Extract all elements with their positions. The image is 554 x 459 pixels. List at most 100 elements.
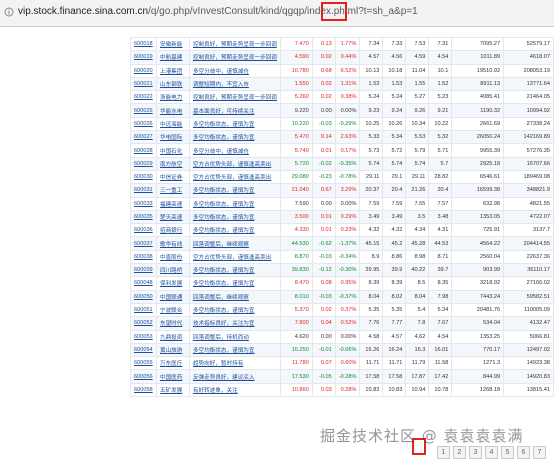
name-link[interactable]: 中信证券 <box>160 175 182 181</box>
name-link[interactable]: 九鼎投资 <box>160 335 182 341</box>
code-link[interactable]: 600048 <box>134 280 153 286</box>
page-button[interactable]: 5 <box>501 446 514 459</box>
code-link[interactable]: 600019 <box>134 54 153 60</box>
code-link[interactable]: 600028 <box>134 148 153 154</box>
code-link[interactable]: 600038 <box>134 254 153 260</box>
code-link[interactable]: 600052 <box>134 320 153 326</box>
consensus-link[interactable]: 空方占优势头部，谨慎逢高卖出 <box>193 255 271 261</box>
name-link[interactable]: 中直股份 <box>160 255 182 261</box>
page-info-icon[interactable] <box>4 7 14 17</box>
consensus-link[interactable]: 多空均衡状态，谨慎为宜 <box>193 308 255 314</box>
name-link[interactable]: 东望时代 <box>160 321 182 327</box>
code-link[interactable]: 600054 <box>134 347 153 353</box>
name-link[interactable]: 三一重工 <box>160 188 182 194</box>
table-row: 600038 中直股份 空方占优势头部，谨慎逢高卖出 8.870 -0.03 -0.34%… <box>130 249 554 265</box>
page-button[interactable]: 4 <box>485 446 498 459</box>
consensus-link[interactable]: 多空均衡状态，谨慎为宜 <box>193 228 255 234</box>
code-link[interactable]: 600055 <box>134 360 153 366</box>
consensus-link[interactable]: 空方占优势头部，谨慎逢高卖出 <box>193 175 271 181</box>
page-button[interactable]: 2 <box>453 446 466 459</box>
name-link[interactable]: 保利发展 <box>160 281 182 287</box>
consensus-link[interactable]: 多空分歧中，谨慎减仓 <box>193 149 249 155</box>
name-link[interactable]: 五矿发展 <box>160 388 182 394</box>
consensus-link[interactable]: 调整短期内，不宜入市 <box>193 82 249 88</box>
consensus-link[interactable]: 有好转迹象，关注 <box>193 388 238 394</box>
name-link[interactable]: 楚天高速 <box>160 215 182 221</box>
cell-name: 保利发展 <box>155 276 190 291</box>
cell-c6: 17.58 <box>359 369 384 384</box>
table-row: 600018 安徽新能 控制良好，预期走势呈现一步回调 7.470 0.13 1.77% 7… <box>130 36 554 52</box>
page-button[interactable]: 6 <box>517 446 530 459</box>
name-link[interactable]: 歌华有线 <box>160 242 182 248</box>
consensus-link[interactable]: 控制良好，预期走势呈现一步回调 <box>193 95 277 101</box>
consensus-link[interactable]: 控制良好，预期走势呈现一步回调 <box>193 55 277 61</box>
consensus-link[interactable]: 回落调整后，继续观察 <box>193 295 249 301</box>
address-url[interactable]: vip.stock.finance.sina.com.cn/q/go.php/v… <box>18 6 418 17</box>
code-link[interactable]: 600021 <box>134 81 153 87</box>
name-link[interactable]: 中国联通 <box>160 295 182 301</box>
name-link[interactable]: 中国医药 <box>160 375 182 381</box>
consensus-link[interactable]: 多空均衡状态，谨慎为宜 <box>193 202 255 208</box>
name-link[interactable]: 中航基建 <box>160 55 182 61</box>
consensus-link[interactable]: 多空均衡状态，谨慎为宜 <box>193 348 255 354</box>
code-link[interactable]: 600037 <box>134 241 153 247</box>
cell-amt: 27338.24 <box>503 116 554 132</box>
code-link[interactable]: 600018 <box>134 41 153 47</box>
consensus-link[interactable]: 趋势向好，暂时持有 <box>193 361 243 367</box>
code-link[interactable]: 600022 <box>134 94 153 100</box>
cell-name: 九鼎投资 <box>155 329 190 344</box>
consensus-link[interactable]: 多空均衡状态，谨慎为宜 <box>193 215 255 221</box>
consensus-link[interactable]: 多空均衡状态，谨慎为宜 <box>193 188 255 194</box>
cell-c6: 4.57 <box>359 50 384 65</box>
code-link[interactable]: 600056 <box>134 374 153 380</box>
consensus-link[interactable]: 多空分歧中，谨慎减仓 <box>193 69 249 75</box>
cell-consensus: 空方占优势头部，谨慎逢高卖出 <box>188 169 281 185</box>
code-link[interactable]: 600033 <box>134 201 153 207</box>
code-link[interactable]: 600025 <box>134 108 153 114</box>
name-link[interactable]: 安徽新能 <box>160 42 182 48</box>
code-link[interactable]: 600036 <box>134 227 153 233</box>
name-link[interactable]: 中国石化 <box>160 149 182 155</box>
code-link[interactable]: 600029 <box>134 161 153 167</box>
code-link[interactable]: 600027 <box>134 134 153 140</box>
cell-amt: 348821.9 <box>503 183 554 198</box>
name-link[interactable]: 宁波联合 <box>160 308 182 314</box>
consensus-link[interactable]: 回落调整后，待机而动 <box>193 335 249 341</box>
consensus-link[interactable]: 控制良好，预期走势呈现一步回调 <box>193 42 277 48</box>
page-button[interactable]: 7 <box>533 446 546 459</box>
name-link[interactable]: 万东医疗 <box>160 361 182 367</box>
name-link[interactable]: 上港集团 <box>160 69 182 75</box>
code-link[interactable]: 600053 <box>134 334 153 340</box>
code-link[interactable]: 600020 <box>134 68 153 74</box>
code-link[interactable]: 600030 <box>134 174 153 180</box>
name-link[interactable]: 中远海能 <box>160 122 182 128</box>
name-link[interactable]: 四川路桥 <box>160 268 182 274</box>
name-link[interactable]: 华电国际 <box>160 135 182 141</box>
code-link[interactable]: 600039 <box>134 267 153 273</box>
code-link[interactable]: 600026 <box>134 121 153 127</box>
name-link[interactable]: 招商银行 <box>160 228 182 234</box>
name-link[interactable]: 南方航空 <box>160 162 182 168</box>
consensus-link[interactable]: 多空均衡状态，谨慎为宜 <box>193 122 255 128</box>
consensus-link[interactable]: 多空均衡状态，谨慎为宜 <box>193 135 255 141</box>
code-link[interactable]: 600050 <box>134 294 153 300</box>
page-button[interactable]: 1 <box>437 446 450 459</box>
page-button[interactable]: 3 <box>469 446 482 459</box>
name-link[interactable]: 华能水电 <box>160 109 182 115</box>
consensus-link[interactable]: 反弹走势良好，建议买入 <box>193 375 255 381</box>
consensus-link[interactable]: 多空均衡状态，谨慎为宜 <box>193 268 255 274</box>
browser-address-bar[interactable]: vip.stock.finance.sina.com.cn/q/go.php/v… <box>0 0 554 27</box>
code-link[interactable]: 600051 <box>134 307 153 313</box>
consensus-link[interactable]: 技术指标良好，关注为宜 <box>193 321 255 327</box>
consensus-link[interactable]: 多空均衡状态，谨慎为宜 <box>193 281 255 287</box>
code-link[interactable]: 600058 <box>134 387 153 393</box>
name-link[interactable]: 黄山旅游 <box>160 348 182 354</box>
code-link[interactable]: 600035 <box>134 214 153 220</box>
name-link[interactable]: 浙能电力 <box>160 95 182 101</box>
code-link[interactable]: 600031 <box>134 187 153 193</box>
consensus-link[interactable]: 回落调整后，继续观察 <box>193 242 249 248</box>
name-link[interactable]: 山东钢铁 <box>160 82 182 88</box>
name-link[interactable]: 福建高速 <box>160 202 182 208</box>
consensus-link[interactable]: 空方占优势头部，谨慎逢高卖出 <box>193 162 271 168</box>
consensus-link[interactable]: 基本面良好，可持续关注 <box>193 109 255 115</box>
